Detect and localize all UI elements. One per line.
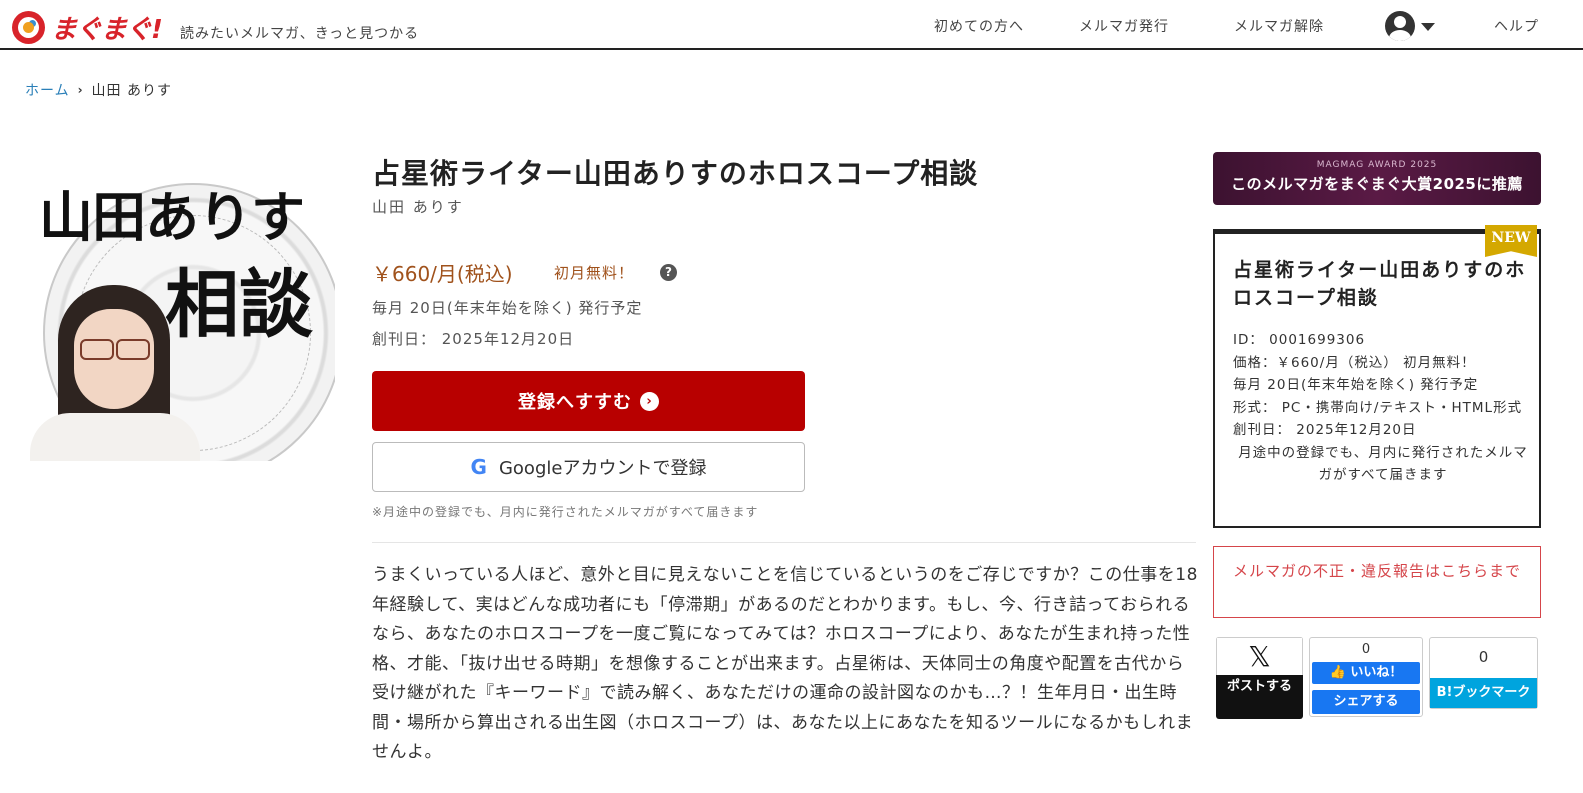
site-logo[interactable]: まぐまぐ! <box>12 9 163 46</box>
info-box-details: ID： 0001699306 価格：￥660/月（税込） 初月無料！ 毎月 20… <box>1233 329 1533 487</box>
hatena-bookmark-count: 0 <box>1478 648 1489 666</box>
google-signup-label: Googleアカウントで登録 <box>498 458 707 479</box>
breadcrumb: ホーム › 山田 ありす <box>25 80 172 100</box>
info-box-title: 占星術ライター山田ありすのホロスコープ相談 <box>1233 259 1527 309</box>
facebook-like-button[interactable]: 👍 いいね！ <box>1312 662 1420 684</box>
info-note: 月途中の登録でも、月内に発行されたメルマガがすべて届きます <box>1238 444 1528 484</box>
x-post-label: ポストする <box>1226 679 1292 694</box>
chevron-down-icon[interactable] <box>1421 23 1435 31</box>
nav-beginners-link[interactable]: 初めての方へ <box>934 16 1024 36</box>
magazine-description: うまくいっている人ほど、意外と目に見えないことを信じているというのをご存じですか… <box>372 565 1198 762</box>
subscribe-button[interactable]: 登録へすすむ › <box>372 371 805 431</box>
hatena-bookmark-widget: 0 B!ブックマーク <box>1429 637 1538 709</box>
facebook-like-count: 0 <box>1361 642 1371 657</box>
new-badge: NEW <box>1485 225 1537 257</box>
magazine-price: ￥660/月(税込) <box>372 262 513 286</box>
subscribe-button-label: 登録へすすむ <box>518 392 632 413</box>
help-icon[interactable]: ? <box>660 264 677 281</box>
info-format: 形式： PC・携帯向け/テキスト・HTML形式 <box>1233 399 1523 416</box>
publish-schedule: 毎月 20日(年末年始を除く) 発行予定 <box>372 299 643 317</box>
logo-mark-icon <box>12 11 45 44</box>
info-price: 価格：￥660/月（税込） 初月無料！ <box>1233 354 1476 371</box>
facebook-share-widget: 0 👍 いいね！ シェアする <box>1309 637 1423 717</box>
x-logo-icon: 𝕏 <box>1216 637 1303 675</box>
logo-text: まぐまぐ! <box>51 15 163 45</box>
magazine-cover-image: 山田ありす 相談 <box>25 153 335 461</box>
hatena-bookmark-button[interactable]: B!ブックマーク <box>1430 678 1537 708</box>
google-icon: G <box>470 455 487 479</box>
info-id: ID： 0001699306 <box>1233 332 1366 348</box>
magazine-info-box: NEW 占星術ライター山田ありすのホロスコープ相談 ID： 0001699306… <box>1213 225 1541 528</box>
user-account-icon[interactable] <box>1385 11 1415 41</box>
award-recommend-button[interactable]: MAGMAG AWARD 2025 このメルマガをまぐまぐ大賞2025に推薦 <box>1213 152 1541 205</box>
divider <box>372 542 1196 543</box>
nav-publish-link[interactable]: メルマガ発行 <box>1079 16 1169 36</box>
first-month-free-note: 初月無料！ <box>554 264 635 282</box>
site-tagline: 読みたいメルマガ、きっと見つかる <box>180 26 420 42</box>
x-post-button[interactable]: 𝕏 ポストする <box>1216 637 1303 719</box>
nav-help-link[interactable]: ヘルプ <box>1494 16 1539 36</box>
award-subtitle: MAGMAG AWARD 2025 <box>1316 160 1438 170</box>
chevron-right-icon: › <box>77 83 84 97</box>
site-header: まぐまぐ! 読みたいメルマガ、きっと見つかる 初めての方へ メルマガ発行 メルマ… <box>0 0 1583 50</box>
google-signup-button[interactable]: G Googleアカウントで登録 <box>372 442 805 492</box>
nav-unsubscribe-link[interactable]: メルマガ解除 <box>1234 16 1324 36</box>
info-schedule: 毎月 20日(年末年始を除く) 発行予定 <box>1233 377 1479 393</box>
cover-sodan-text: 相談 <box>165 262 313 348</box>
report-violation-link[interactable]: メルマガの不正・違反報告はこちらまで <box>1213 546 1541 618</box>
award-label: このメルマガをまぐまぐ大賞2025に推薦 <box>1231 175 1523 193</box>
cover-name-text: 山田ありす <box>39 186 305 249</box>
magazine-author[interactable]: 山田 ありす <box>372 196 464 217</box>
magazine-title: 占星術ライター山田ありすのホロスコープ相談 <box>372 157 979 190</box>
breadcrumb-current: 山田 ありす <box>91 83 172 99</box>
arrow-circle-icon: › <box>640 391 659 411</box>
info-founded: 創刊日： 2025年12月20日 <box>1233 422 1417 438</box>
breadcrumb-home-link[interactable]: ホーム <box>25 80 70 100</box>
subscribe-notice: ※月途中の登録でも、月内に発行されたメルマガがすべて届きます <box>372 505 759 519</box>
founded-date: 創刊日： 2025年12月20日 <box>372 330 575 348</box>
facebook-share-button[interactable]: シェアする <box>1312 690 1420 714</box>
